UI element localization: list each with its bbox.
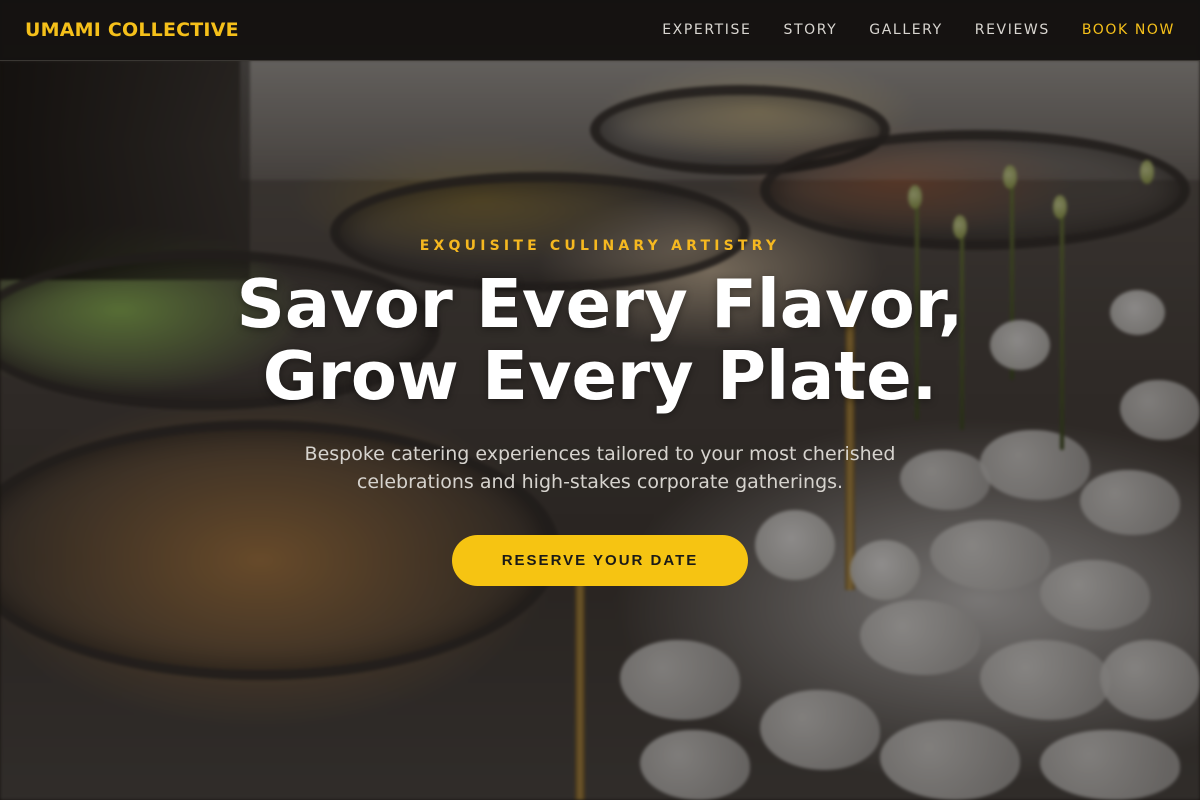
hero-headline: Savor Every Flavor, Grow Every Plate. bbox=[0, 268, 1200, 412]
reserve-date-button[interactable]: RESERVE YOUR DATE bbox=[452, 535, 748, 586]
nav-link-book-now[interactable]: BOOK NOW bbox=[1082, 22, 1175, 38]
hero-section: EXQUISITE CULINARY ARTISTRY Savor Every … bbox=[0, 238, 1200, 586]
nav-link-reviews[interactable]: REVIEWS bbox=[975, 22, 1050, 38]
nav-link-gallery[interactable]: GALLERY bbox=[869, 22, 942, 38]
nav-link-story[interactable]: STORY bbox=[783, 22, 837, 38]
nav-link-expertise[interactable]: EXPERTISE bbox=[662, 22, 751, 38]
brand-logo[interactable]: UMAMI COLLECTIVE bbox=[25, 19, 239, 41]
hero-headline-line-2: Grow Every Plate. bbox=[262, 337, 938, 415]
hero-subtext: Bespoke catering experiences tailored to… bbox=[304, 443, 896, 493]
hero-eyebrow: EXQUISITE CULINARY ARTISTRY bbox=[419, 238, 781, 254]
top-navbar: UMAMI COLLECTIVE EXPERTISE STORY GALLERY… bbox=[0, 0, 1200, 61]
nav-links: EXPERTISE STORY GALLERY REVIEWS BOOK NOW bbox=[662, 22, 1175, 38]
hero-headline-line-1: Savor Every Flavor, bbox=[236, 265, 964, 343]
